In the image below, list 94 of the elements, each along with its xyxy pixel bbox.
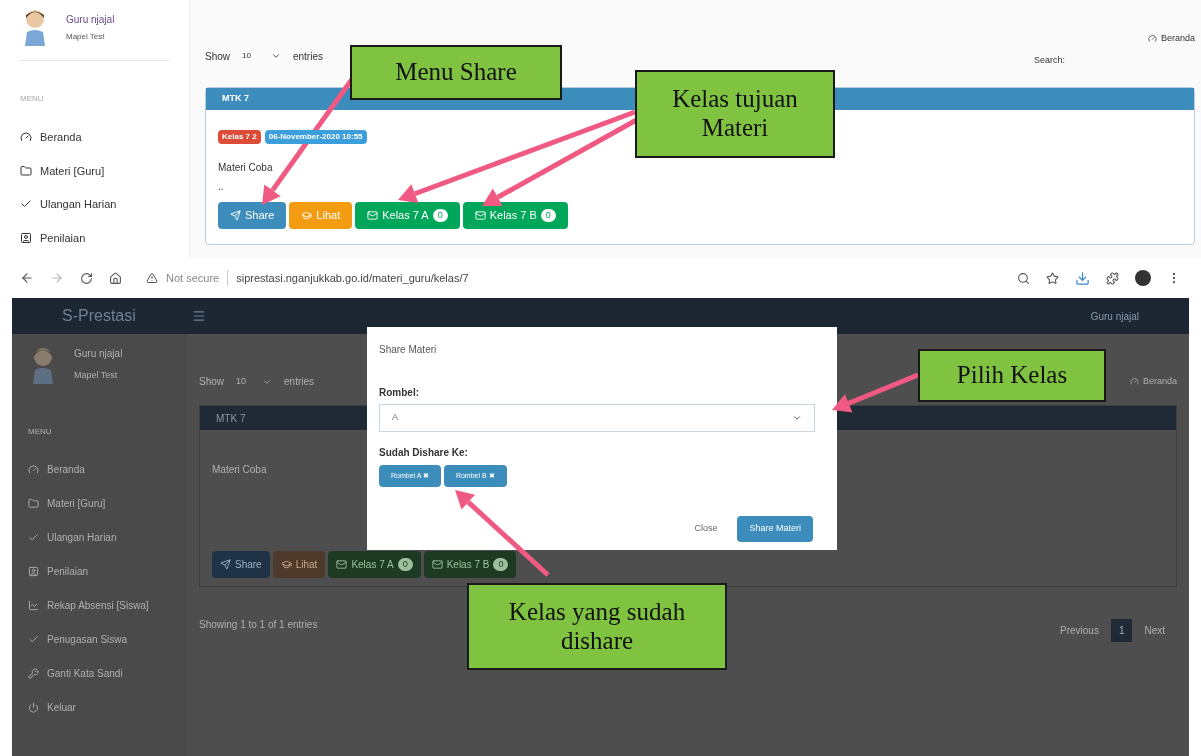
entries-select[interactable]: 10 xyxy=(236,374,273,389)
sidebar-item[interactable]: Penilaian xyxy=(28,564,171,579)
tag: Kelas 7 2 xyxy=(218,130,261,144)
search-icon[interactable] xyxy=(1017,271,1030,285)
user-subject: Mapel Test xyxy=(66,31,106,43)
search-label: Search: xyxy=(1033,53,1065,67)
key-icon xyxy=(28,668,39,679)
entries-select[interactable]: 10 xyxy=(242,50,281,63)
sidebar-item[interactable]: Beranda xyxy=(28,462,171,477)
material-title: Materi Coba xyxy=(212,463,267,477)
class-select[interactable]: A xyxy=(379,404,815,432)
pagination-link[interactable]: Next xyxy=(1140,623,1169,638)
chevron-down-icon xyxy=(792,413,802,423)
sidebar-item[interactable]: Penugasan Siswa xyxy=(28,632,171,647)
share-button[interactable]: Share xyxy=(218,202,287,229)
sidebar-item[interactable]: Rekap Absensi [Siswa] xyxy=(28,598,171,613)
envelope-icon xyxy=(367,210,379,221)
sidebar-item[interactable]: Ulangan Harian xyxy=(20,196,169,213)
show-label: Show xyxy=(199,375,224,389)
callout-label: Menu Share xyxy=(350,45,562,100)
id-card-icon xyxy=(28,566,39,577)
back-icon[interactable] xyxy=(20,271,34,285)
id-card-icon xyxy=(20,231,32,244)
check-icon xyxy=(28,634,39,645)
class-button[interactable]: Kelas 7 B 0 xyxy=(423,551,517,578)
pagination-link[interactable]: Previous xyxy=(1055,623,1103,638)
power-icon xyxy=(28,702,39,713)
paper-plane-icon xyxy=(220,559,231,570)
folder-icon xyxy=(28,498,39,509)
share-button[interactable]: Share Materi xyxy=(737,516,813,542)
dashboard-icon xyxy=(1129,377,1139,386)
reload-icon[interactable] xyxy=(80,271,93,285)
dashboard-icon xyxy=(20,131,32,144)
count-badge: 0 xyxy=(432,208,448,223)
shared-label: Sudah Dishare Ke: xyxy=(379,446,469,460)
breadcrumb-link[interactable]: Beranda xyxy=(1147,32,1195,46)
envelope-icon xyxy=(431,559,443,570)
card-title: MTK 7 xyxy=(216,411,246,426)
user-name: Guru njajal xyxy=(66,13,115,27)
tag: 06-November-2020 10:55 xyxy=(264,130,367,144)
breadcrumb-link[interactable]: Beranda xyxy=(1129,374,1177,389)
dashboard-icon xyxy=(1147,34,1157,44)
profile-icon[interactable] xyxy=(1135,270,1151,286)
view-button[interactable]: Lihat xyxy=(289,202,353,229)
dashboard-icon xyxy=(28,464,39,475)
card-title: MTK 7 xyxy=(222,92,249,106)
callout-label: Kelas yang sudah dishare xyxy=(467,583,727,670)
menu-heading: MENU xyxy=(20,93,45,105)
count-badge: 0 xyxy=(540,208,556,223)
warning-icon xyxy=(146,272,158,284)
menu-heading: MENU xyxy=(28,426,53,438)
graduation-cap-icon xyxy=(301,210,313,221)
callout-label: Kelas tujuan Materi xyxy=(635,70,835,158)
table-info: Showing 1 to 1 of 1 entries xyxy=(199,618,318,632)
envelope-icon xyxy=(336,559,348,570)
view-button[interactable]: Lihat xyxy=(272,551,326,578)
sidebar-item[interactable]: Beranda xyxy=(20,129,169,146)
url-text[interactable]: siprestasi.nganjukkab.go.id/materi_guru/kelas/7 xyxy=(236,269,469,287)
graduation-cap-icon xyxy=(280,559,292,570)
brand-title: S-Prestasi xyxy=(62,306,137,326)
share-button[interactable]: Share xyxy=(212,551,270,578)
sidebar-item[interactable]: Materi [Guru] xyxy=(28,496,171,511)
callout-label: Pilih Kelas xyxy=(918,349,1106,402)
count-badge: 0 xyxy=(397,557,413,572)
material-excerpt: .. xyxy=(218,180,225,194)
menu-icon[interactable] xyxy=(192,309,206,323)
header-user[interactable]: Guru njajal xyxy=(1090,308,1139,324)
material-title: Materi Coba xyxy=(218,161,274,175)
class-button[interactable]: Kelas 7 A 0 xyxy=(328,551,421,578)
pagination-link[interactable]: 1 xyxy=(1110,619,1133,642)
home-icon[interactable] xyxy=(109,271,122,285)
dialog-title: Share Materi xyxy=(379,343,438,357)
security-label: Not secure xyxy=(166,269,229,287)
class-button[interactable]: Kelas 7 B 0 xyxy=(462,202,568,229)
entries-label: entries xyxy=(292,49,323,64)
show-label: Show xyxy=(205,49,230,64)
folder-icon xyxy=(20,164,32,177)
star-icon[interactable] xyxy=(1046,271,1059,285)
check-icon xyxy=(28,532,39,543)
field-label: Rombel: xyxy=(379,386,420,400)
entries-label: entries xyxy=(284,375,315,389)
puzzle-icon[interactable] xyxy=(1106,271,1119,285)
chart-icon xyxy=(28,600,39,611)
sidebar-item[interactable]: Keluar xyxy=(28,700,171,715)
sidebar-item[interactable]: Materi [Guru] xyxy=(20,162,169,179)
user-subject: Mapel Test xyxy=(74,369,119,382)
paper-plane-icon xyxy=(230,210,241,221)
envelope-icon xyxy=(474,210,486,221)
count-badge: 0 xyxy=(493,557,509,572)
sidebar-item[interactable]: Ulangan Harian xyxy=(28,530,171,545)
sidebar-item[interactable]: Ganti Kata Sandi xyxy=(28,666,171,681)
user-name: Guru njajal xyxy=(74,347,123,361)
class-button[interactable]: Kelas 7 A 0 xyxy=(355,202,460,229)
sidebar-item[interactable]: Penilaian xyxy=(20,229,169,246)
